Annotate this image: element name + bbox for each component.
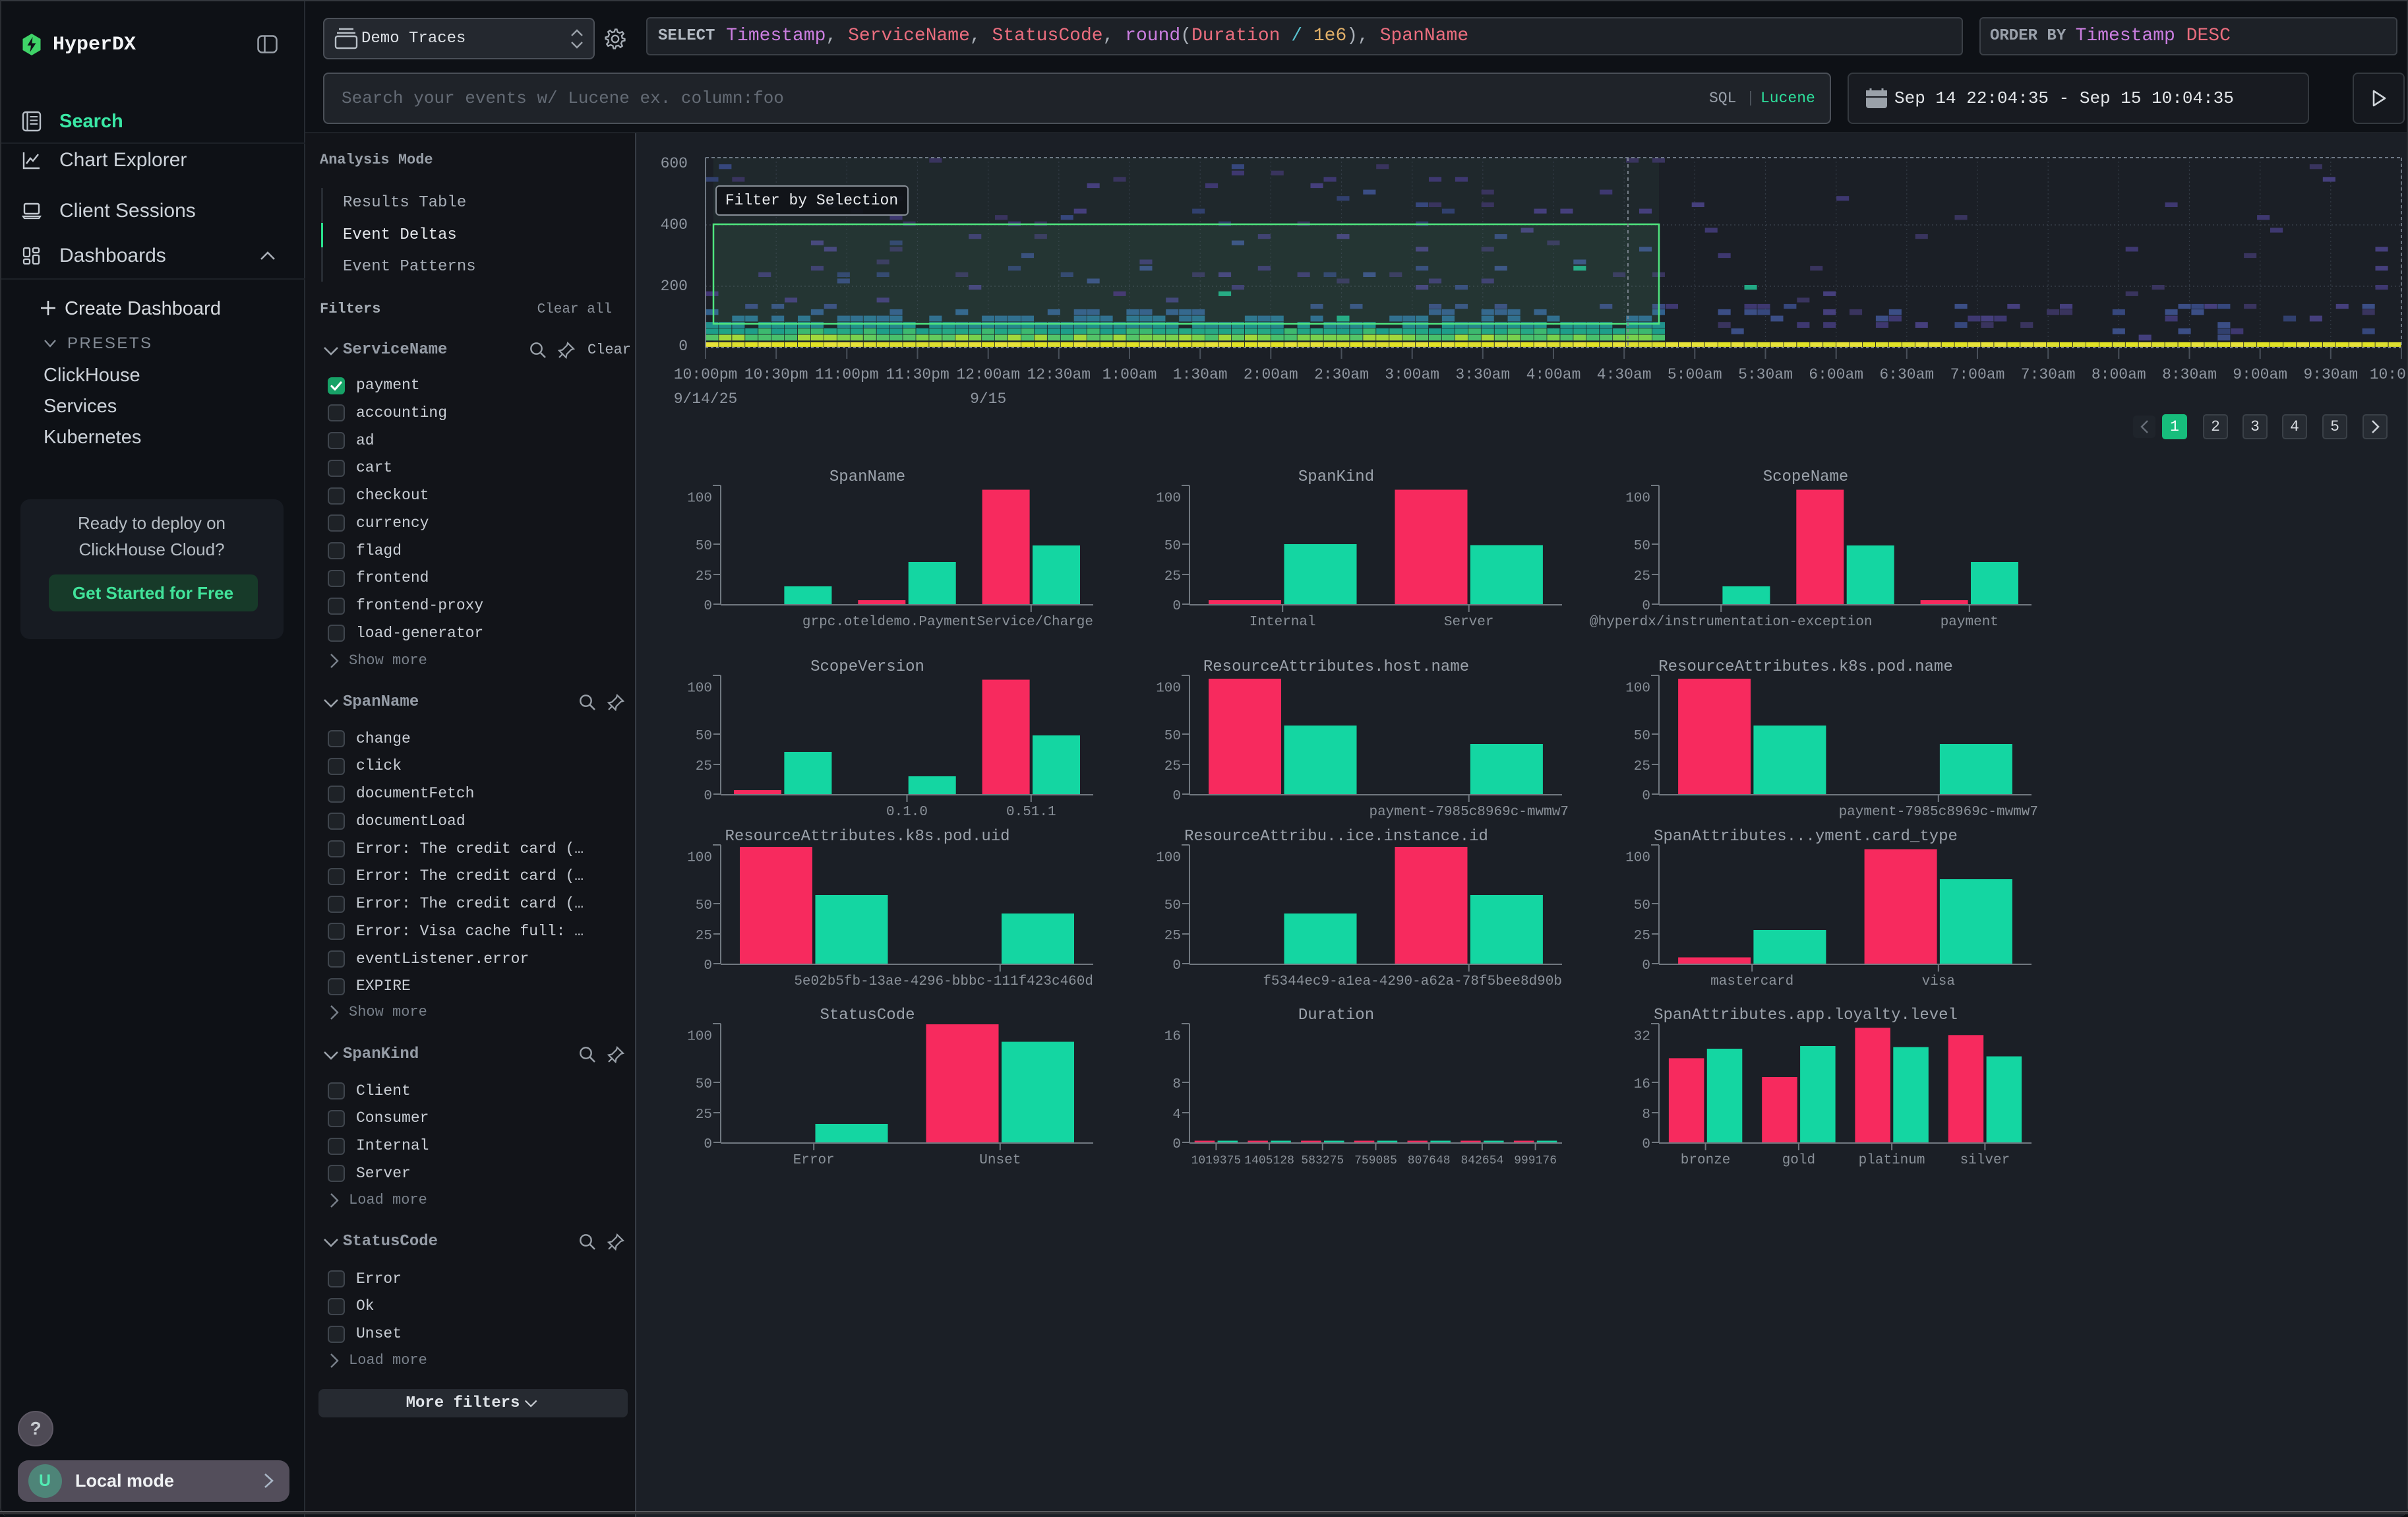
svg-text:25: 25 bbox=[695, 929, 711, 944]
svg-text:4: 4 bbox=[1172, 1107, 1181, 1123]
svg-text:ScopeVersion: ScopeVersion bbox=[810, 658, 924, 676]
svg-text:100: 100 bbox=[1625, 681, 1650, 696]
svg-text:StatusCode: StatusCode bbox=[820, 1006, 915, 1024]
svg-text:SpanKind: SpanKind bbox=[1298, 468, 1374, 486]
svg-text:50: 50 bbox=[695, 898, 711, 913]
svg-text:@hyperdx/instrumentation-excep: @hyperdx/instrumentation-exception bbox=[1590, 615, 1872, 630]
svg-text:50: 50 bbox=[695, 729, 711, 744]
svg-text:SpanAttributes...yment.card_ty: SpanAttributes...yment.card_type bbox=[1654, 828, 1958, 846]
svg-text:25: 25 bbox=[695, 569, 711, 584]
svg-text:25: 25 bbox=[695, 1107, 711, 1123]
svg-text:16: 16 bbox=[1634, 1077, 1650, 1092]
svg-text:50: 50 bbox=[1164, 729, 1180, 744]
svg-text:25: 25 bbox=[1164, 569, 1180, 584]
svg-text:ScopeName: ScopeName bbox=[1763, 468, 1849, 486]
svg-text:50: 50 bbox=[695, 539, 711, 554]
svg-text:842654: 842654 bbox=[1460, 1154, 1503, 1167]
svg-text:583275: 583275 bbox=[1301, 1154, 1344, 1167]
svg-text:1019375: 1019375 bbox=[1191, 1154, 1241, 1167]
svg-text:f5344ec9-a1ea-4290-a62a-78f5be: f5344ec9-a1ea-4290-a62a-78f5bee8d90b bbox=[1263, 974, 1562, 989]
svg-text:25: 25 bbox=[1164, 759, 1180, 774]
svg-text:mastercard: mastercard bbox=[1710, 974, 1793, 989]
svg-text:100: 100 bbox=[687, 850, 712, 865]
svg-text:1405128: 1405128 bbox=[1244, 1154, 1294, 1167]
svg-text:100: 100 bbox=[1625, 491, 1650, 506]
svg-text:SpanAttributes.app.loyalty.lev: SpanAttributes.app.loyalty.level bbox=[1654, 1006, 1958, 1024]
svg-text:0: 0 bbox=[1172, 599, 1181, 614]
svg-text:8: 8 bbox=[1172, 1077, 1181, 1092]
svg-text:25: 25 bbox=[1634, 929, 1650, 944]
svg-text:ResourceAttributes.k8s.pod.uid: ResourceAttributes.k8s.pod.uid bbox=[725, 828, 1009, 846]
svg-text:759085: 759085 bbox=[1354, 1154, 1397, 1167]
svg-text:100: 100 bbox=[1156, 491, 1181, 506]
svg-text:100: 100 bbox=[687, 681, 712, 696]
svg-text:SpanName: SpanName bbox=[829, 468, 905, 486]
svg-text:100: 100 bbox=[687, 491, 712, 506]
svg-text:platinum: platinum bbox=[1859, 1153, 1925, 1168]
svg-text:0: 0 bbox=[1642, 599, 1650, 614]
svg-text:100: 100 bbox=[1625, 850, 1650, 865]
svg-text:0: 0 bbox=[704, 789, 712, 804]
svg-text:50: 50 bbox=[1634, 539, 1650, 554]
svg-text:0: 0 bbox=[1642, 789, 1650, 804]
svg-text:ResourceAttribu..ice.instance.: ResourceAttribu..ice.instance.id bbox=[1184, 828, 1488, 846]
svg-text:100: 100 bbox=[687, 1029, 712, 1044]
svg-text:0: 0 bbox=[1172, 789, 1181, 804]
svg-text:50: 50 bbox=[695, 1077, 711, 1092]
svg-text:807648: 807648 bbox=[1407, 1154, 1450, 1167]
svg-text:999176: 999176 bbox=[1514, 1154, 1557, 1167]
svg-text:50: 50 bbox=[1634, 898, 1650, 913]
svg-text:50: 50 bbox=[1164, 539, 1180, 554]
svg-text:Unset: Unset bbox=[979, 1153, 1021, 1168]
svg-text:50: 50 bbox=[1634, 729, 1650, 744]
svg-text:25: 25 bbox=[1634, 759, 1650, 774]
svg-text:0: 0 bbox=[704, 599, 712, 614]
svg-text:0: 0 bbox=[1172, 958, 1181, 974]
svg-text:25: 25 bbox=[695, 759, 711, 774]
svg-text:gold: gold bbox=[1782, 1153, 1815, 1168]
svg-text:grpc.oteldemo.PaymentService/C: grpc.oteldemo.PaymentService/Charge bbox=[802, 615, 1093, 630]
svg-text:5e02b5fb-13ae-4296-bbbc-111f42: 5e02b5fb-13ae-4296-bbbc-111f423c460d bbox=[794, 974, 1093, 989]
svg-text:0: 0 bbox=[1642, 1137, 1650, 1152]
svg-text:Internal: Internal bbox=[1249, 615, 1315, 630]
svg-text:0: 0 bbox=[1172, 1137, 1181, 1152]
svg-text:100: 100 bbox=[1156, 681, 1181, 696]
svg-text:50: 50 bbox=[1164, 898, 1180, 913]
svg-text:25: 25 bbox=[1164, 929, 1180, 944]
svg-text:0: 0 bbox=[1642, 958, 1650, 974]
svg-text:Server: Server bbox=[1444, 615, 1494, 630]
svg-text:0: 0 bbox=[704, 958, 712, 974]
svg-text:payment: payment bbox=[1941, 615, 1999, 630]
svg-text:100: 100 bbox=[1156, 850, 1181, 865]
svg-text:silver: silver bbox=[1960, 1153, 2010, 1168]
svg-text:visa: visa bbox=[1921, 974, 1954, 989]
svg-text:32: 32 bbox=[1634, 1029, 1650, 1044]
svg-text:ResourceAttributes.k8s.pod.nam: ResourceAttributes.k8s.pod.name bbox=[1658, 658, 1952, 676]
svg-text:25: 25 bbox=[1634, 569, 1650, 584]
svg-text:Error: Error bbox=[793, 1153, 834, 1168]
svg-text:16: 16 bbox=[1164, 1029, 1180, 1044]
svg-text:8: 8 bbox=[1642, 1107, 1650, 1123]
svg-text:Duration: Duration bbox=[1298, 1006, 1374, 1024]
svg-text:0: 0 bbox=[704, 1137, 712, 1152]
svg-text:ResourceAttributes.host.name: ResourceAttributes.host.name bbox=[1203, 658, 1469, 676]
svg-text:bronze: bronze bbox=[1681, 1153, 1731, 1168]
